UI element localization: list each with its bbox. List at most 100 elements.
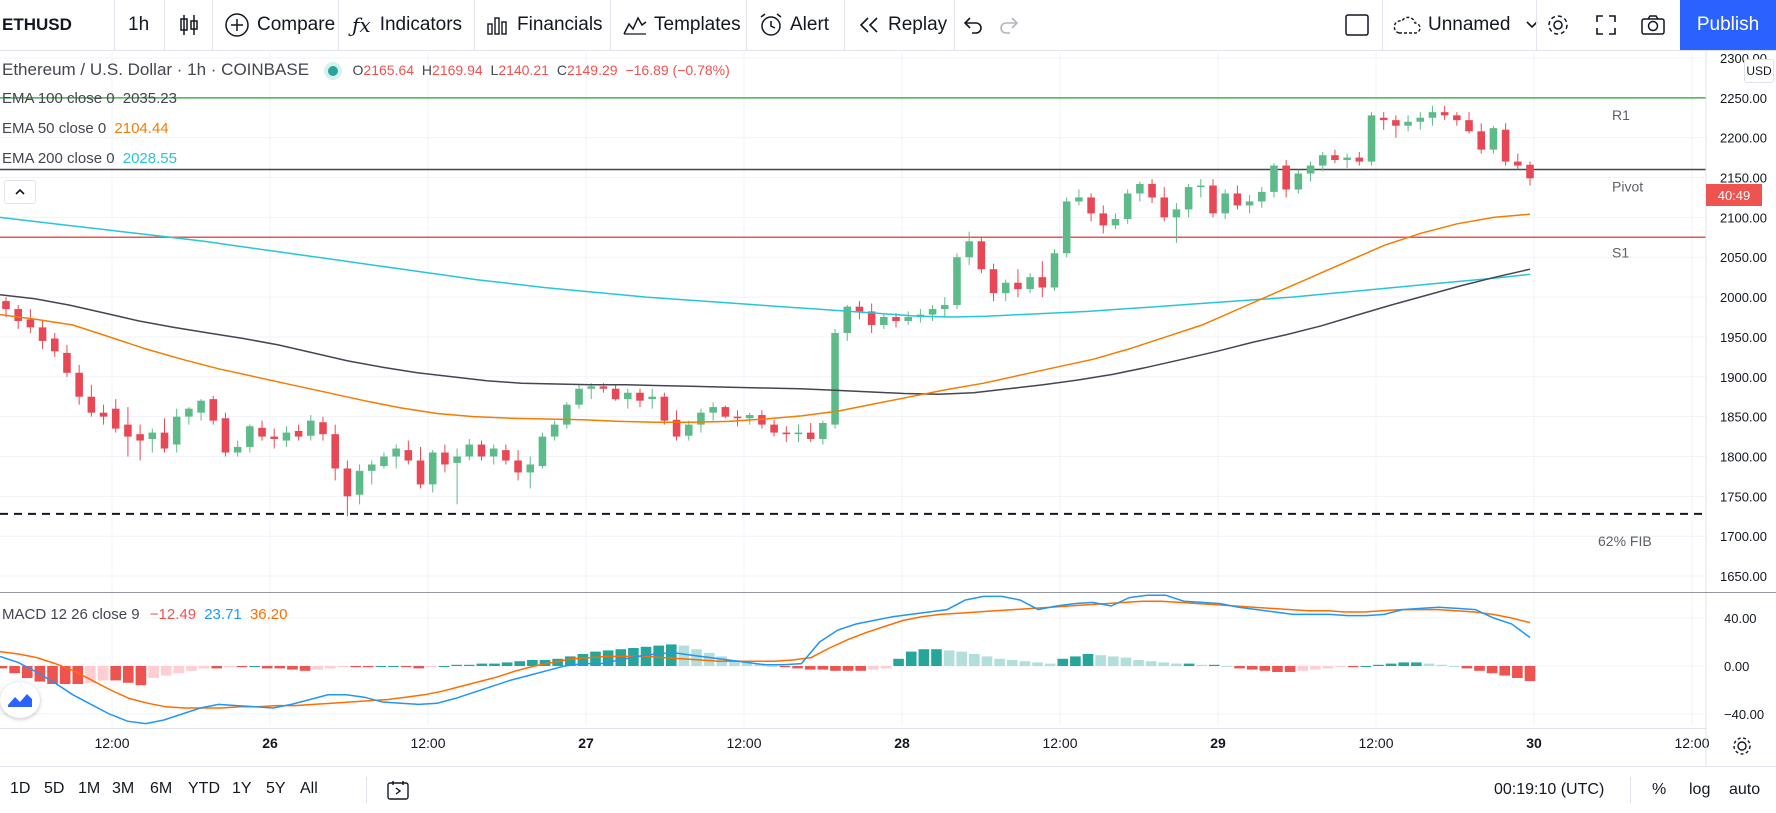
macd-histogram-bar xyxy=(1145,661,1157,666)
camera-icon xyxy=(1641,15,1665,35)
macd-histogram-bar xyxy=(792,666,803,669)
currency-label[interactable]: USD xyxy=(1744,59,1774,83)
redo-button[interactable] xyxy=(998,0,1020,50)
candle xyxy=(160,432,169,449)
macd-histogram-bar xyxy=(1221,666,1233,667)
chart-type-button[interactable] xyxy=(178,0,200,50)
range-button-1y[interactable]: 1Y xyxy=(232,780,252,798)
calendar-goto-icon xyxy=(387,781,409,800)
candle xyxy=(319,422,327,435)
publish-button[interactable]: Publish xyxy=(1680,0,1776,50)
range-button-all[interactable]: All xyxy=(300,780,318,798)
macd-histogram-bar xyxy=(160,666,172,676)
gear-icon xyxy=(1548,15,1568,35)
snapshot-button[interactable] xyxy=(1640,0,1666,50)
replay-button[interactable]: Replay xyxy=(858,0,947,50)
candle xyxy=(1270,165,1278,192)
macd-histogram-bar xyxy=(918,649,930,666)
macd-histogram-bar xyxy=(969,654,980,666)
macd-histogram-bar xyxy=(665,644,677,666)
chart-area[interactable]: R1 Pivot S1 62% FIB 2300.002250.002200.0021… xyxy=(0,50,1776,766)
price-tick-label: 2050.00 xyxy=(1720,250,1767,265)
compare-button[interactable]: Compare xyxy=(224,0,335,50)
candle xyxy=(611,388,620,400)
candle xyxy=(1367,115,1376,162)
collapse-legend-button[interactable] xyxy=(4,180,36,204)
candle xyxy=(197,400,205,413)
candle xyxy=(2,301,10,310)
price-tick-label: 1950.00 xyxy=(1720,330,1767,345)
fullscreen-select-button[interactable] xyxy=(1344,0,1370,50)
divider xyxy=(1382,0,1383,50)
candle xyxy=(465,444,474,457)
macd-histogram-bar xyxy=(501,662,513,666)
ema100-legend[interactable]: EMA 100 close 0 2035.23 xyxy=(2,90,177,107)
macd-histogram-bar xyxy=(110,666,121,681)
candle xyxy=(124,424,132,437)
candle xyxy=(441,452,449,465)
time-tick-label: 12:00 xyxy=(1042,735,1077,751)
chevron-up-icon xyxy=(15,188,25,195)
ema100-line xyxy=(0,268,1531,396)
macd-histogram-bar xyxy=(135,666,147,686)
macd-legend[interactable]: MACD 12 26 close 9 −12.49 23.71 36.20 xyxy=(2,606,287,623)
log-toggle[interactable]: log xyxy=(1689,767,1710,813)
go-to-date-button[interactable] xyxy=(386,767,410,813)
ema200-line xyxy=(0,216,1531,318)
r1-label: R1 xyxy=(1612,107,1630,123)
macd-histogram-bar xyxy=(1461,666,1473,669)
macd-histogram-bar xyxy=(1095,655,1106,666)
ema50-legend[interactable]: EMA 50 close 0 2104.44 xyxy=(2,120,169,137)
macd-histogram-bar xyxy=(1373,664,1384,666)
candle xyxy=(1428,112,1437,118)
range-button-1m[interactable]: 1M xyxy=(78,780,100,798)
ema50-value: 2104.44 xyxy=(114,120,169,137)
macd-histogram-bar xyxy=(804,666,816,670)
compare-label: Compare xyxy=(257,14,336,35)
auto-toggle[interactable]: auto xyxy=(1729,767,1760,813)
candle xyxy=(1233,193,1242,206)
layout-name-button[interactable]: Unnamed xyxy=(1392,0,1540,50)
range-button-3m[interactable]: 3M xyxy=(112,780,134,798)
candle xyxy=(1014,282,1022,290)
settings-button[interactable] xyxy=(1545,0,1571,50)
candle xyxy=(587,386,595,389)
macd-histogram-bar xyxy=(438,666,450,667)
candle xyxy=(575,388,583,405)
alert-button[interactable]: Alert xyxy=(758,0,829,50)
percent-toggle[interactable]: % xyxy=(1652,767,1666,813)
macd-histogram-bar xyxy=(274,666,286,669)
interval-button[interactable]: 1h xyxy=(128,0,149,50)
macd-histogram-bar xyxy=(97,666,109,681)
templates-button[interactable]: Templates xyxy=(622,0,741,50)
candle xyxy=(75,372,83,397)
macd-histogram-bar xyxy=(1310,666,1321,670)
range-button-1d[interactable]: 1D xyxy=(10,780,30,798)
range-button-6m[interactable]: 6M xyxy=(150,780,172,798)
candle xyxy=(233,446,242,453)
financials-button[interactable]: Financials xyxy=(486,0,603,50)
ema200-legend[interactable]: EMA 200 close 0 2028.55 xyxy=(2,150,177,167)
macd-histogram-bar xyxy=(1019,661,1031,666)
divider xyxy=(212,0,213,50)
symbol-search[interactable]: ETHUSD xyxy=(2,0,72,50)
symbol-title: Ethereum / U.S. Dollar · 1h · COINBASE xyxy=(2,60,310,79)
candle xyxy=(1306,165,1315,174)
tradingview-logo[interactable] xyxy=(0,682,40,718)
indicators-button[interactable]: ƒx Indicators xyxy=(352,0,462,50)
time-tick-label: 30 xyxy=(1526,735,1542,751)
undo-button[interactable] xyxy=(962,0,984,50)
range-button-ytd[interactable]: YTD xyxy=(188,780,220,798)
macd-histogram-bar xyxy=(1183,663,1195,666)
divider xyxy=(1630,777,1631,803)
range-button-5y[interactable]: 5Y xyxy=(266,780,286,798)
range-button-5d[interactable]: 5D xyxy=(44,780,64,798)
macd-histogram-bar xyxy=(173,666,185,674)
macd-histogram-bar xyxy=(1347,666,1359,668)
fullscreen-button[interactable] xyxy=(1594,0,1618,50)
chart-overlays: R1 Pivot S1 62% FIB xyxy=(0,97,1706,549)
macd-histogram-bar xyxy=(1196,664,1207,666)
macd-histogram-bar xyxy=(400,666,412,668)
utc-clock[interactable]: 00:19:10 (UTC) xyxy=(1494,767,1604,813)
candle xyxy=(392,448,400,457)
